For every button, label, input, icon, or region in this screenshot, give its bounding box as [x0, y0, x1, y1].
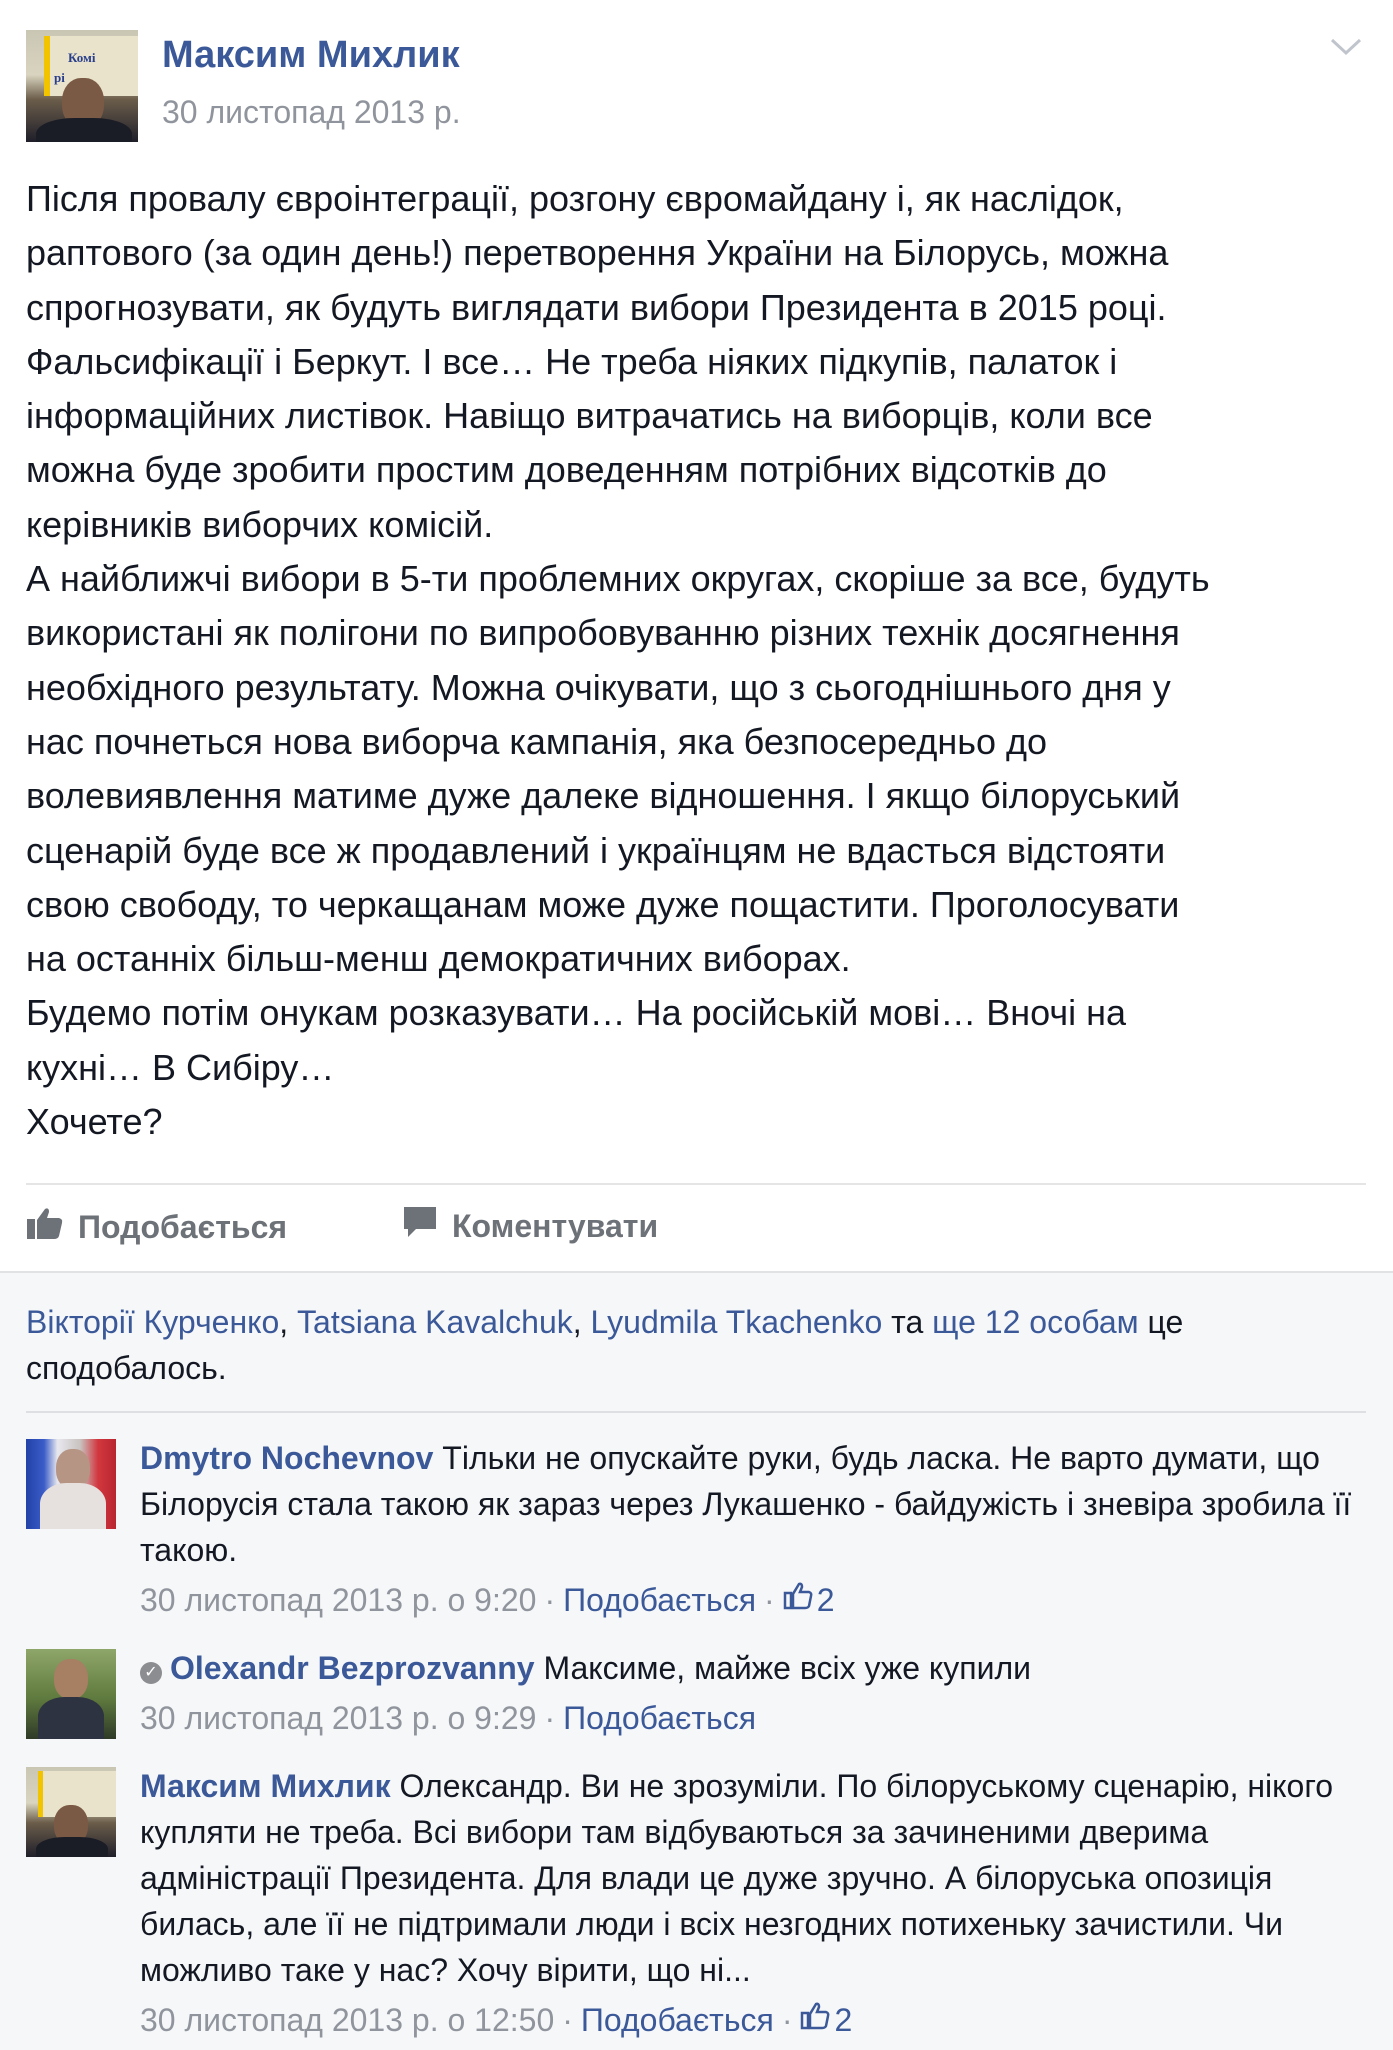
avatar-body [36, 1837, 108, 1857]
post-paragraph: Хочете? [26, 1101, 163, 1143]
speech-bubble-icon [402, 1205, 452, 1247]
comment-button[interactable]: Коментувати [402, 1205, 658, 1247]
comment-time[interactable]: 30 листопад 2013 р. о 9:20 [140, 1577, 536, 1623]
commenter-avatar[interactable] [26, 1649, 116, 1739]
meta-separator: · [544, 1700, 556, 1736]
comment-label: Коментувати [452, 1207, 659, 1244]
comment-time[interactable]: 30 листопад 2013 р. о 9:29 [140, 1695, 536, 1741]
post-actions: Подобається Коментувати [26, 1205, 1366, 1253]
comment-text: Максиме, майже всіх уже купили [534, 1650, 1032, 1686]
comment-like-link[interactable]: Подобається [563, 1695, 756, 1741]
avatar-body [38, 1697, 104, 1739]
comment-meta: 30 листопад 2013 р. о 9:29 · Подобається [140, 1695, 1366, 1741]
likes-sentence: Вікторії Курченко, Tatsiana Kavalchuk, L… [26, 1299, 1356, 1391]
avatar-suit [36, 118, 132, 142]
commenter-avatar[interactable] [26, 1439, 116, 1529]
post-body: Після провалу євроінтеграції, розгону єв… [26, 172, 1371, 1149]
facebook-post: Комі рі Максим Михлик 30 листопад 2013 р… [0, 0, 1393, 2050]
chevron-down-icon[interactable] [1326, 26, 1366, 66]
meta-separator: · [544, 1582, 556, 1618]
like-label: Подобається [78, 1208, 288, 1245]
comment-body: Максим Михлик Олександр. Ви не зрозуміли… [140, 1763, 1366, 1993]
comment-content: ✓ Olexandr Bezprozvanny Максиме, майже вс… [140, 1645, 1366, 1741]
comment-like-count[interactable]: 2 [783, 1577, 835, 1623]
like-count-value: 2 [816, 1582, 835, 1618]
comment-content: Dmytro Nochevnov Тільки не опускайте рук… [140, 1435, 1366, 1623]
comment-meta: 30 листопад 2013 р. о 12:50 · Подобаєтьс… [140, 1997, 1366, 2043]
meta-separator: · [562, 2002, 573, 2038]
author-name[interactable]: Максим Михлик [162, 34, 460, 77]
meta-separator: · [781, 2002, 793, 2038]
comment-meta: 30 листопад 2013 р. о 9:20 · Подобається… [140, 1577, 1366, 1623]
like-count-value: 2 [834, 2002, 853, 2038]
post-header: Комі рі Максим Михлик 30 листопад 2013 р… [26, 26, 1366, 146]
divider [26, 1183, 1366, 1185]
commenter-name[interactable]: Dmytro Nochevnov [140, 1440, 433, 1476]
liker-link[interactable]: Вікторії Курченко [26, 1304, 279, 1340]
likes-separator: , [572, 1304, 591, 1340]
comment-like-link[interactable]: Подобається [581, 1997, 774, 2043]
thumbs-up-outline-icon [783, 1577, 817, 1623]
avatar-banner-text-1: Комі [68, 50, 96, 65]
commenter-name[interactable]: Olexandr Bezprozvanny [170, 1650, 535, 1686]
post-paragraph: А найближчі вибори в 5-ти проблемних окр… [26, 558, 1210, 980]
commenter-name[interactable]: Максим Михлик [140, 1768, 391, 1804]
post-paragraph: Після провалу євроінтеграції, розгону єв… [26, 178, 1169, 545]
comment-time[interactable]: 30 листопад 2013 р. о 12:50 [140, 1997, 554, 2043]
liker-link[interactable]: Lyudmila Tkachenko [591, 1304, 883, 1340]
author-avatar[interactable]: Комі рі [26, 30, 138, 142]
like-button[interactable]: Подобається [26, 1205, 287, 1249]
meta-separator: · [764, 1582, 775, 1618]
thumbs-up-outline-icon [800, 1997, 834, 2043]
liker-link[interactable]: Tatsiana Kavalchuk [297, 1304, 573, 1340]
comment-content: Максим Михлик Олександр. Ви не зрозуміли… [140, 1763, 1366, 2043]
feedback-section: Вікторії Курченко, Tatsiana Kavalchuk, L… [0, 1271, 1393, 2050]
avatar-head [54, 1659, 88, 1699]
comment-like-link[interactable]: Подобається [563, 1577, 756, 1623]
comment-body: ✓ Olexandr Bezprozvanny Максиме, майже вс… [140, 1645, 1366, 1691]
commenter-avatar[interactable] [26, 1767, 116, 1857]
divider [26, 1411, 1366, 1413]
likes-and: та [882, 1304, 933, 1340]
thumbs-up-icon [26, 1205, 78, 1249]
post-date[interactable]: 30 листопад 2013 р. [162, 94, 461, 131]
others-link[interactable]: ще 12 особам [932, 1304, 1138, 1340]
likes-separator: , [279, 1304, 298, 1340]
avatar-body [40, 1483, 106, 1529]
comment-like-count[interactable]: 2 [800, 1997, 852, 2043]
avatar-banner-text-2: рі [54, 70, 65, 85]
comment-body: Dmytro Nochevnov Тільки не опускайте рук… [140, 1435, 1366, 1573]
verified-icon: ✓ [140, 1662, 162, 1684]
post-paragraph: Будемо потім онукам розказувати… На росі… [26, 992, 1127, 1088]
